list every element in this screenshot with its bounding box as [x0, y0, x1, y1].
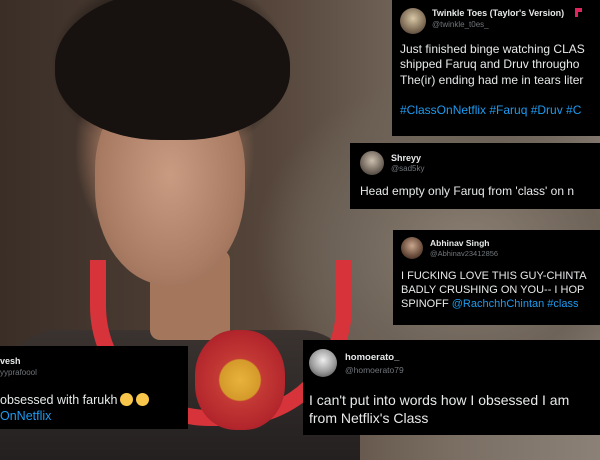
tweet-text-line: BADLY CRUSHING ON YOU-- I HOP: [401, 284, 585, 297]
tweet-text-line: I FUCKING LOVE THIS GUY-CHINTA: [401, 270, 587, 282]
tweet-text: Head empty only Faruq from 'class' on n: [360, 184, 575, 198]
avatar[interactable]: [401, 237, 423, 259]
user-handle[interactable]: @twinkle_t0es_: [432, 20, 489, 29]
display-name[interactable]: Abhinav Singh: [430, 238, 490, 248]
tweet-text: I FUCKING LOVE THIS GUY-CHINTA BADLY CRU…: [401, 269, 587, 311]
display-name[interactable]: Shreyy: [391, 153, 421, 163]
tweet-text-line: SPINOFF: [401, 298, 452, 311]
hair: [55, 0, 290, 140]
avatar[interactable]: [360, 151, 384, 175]
tweet-text: obsessed with farukh OnNetflix: [0, 392, 150, 424]
tired-face-emoji-icon: [120, 393, 134, 406]
tweet-text-line: obsessed with farukh: [0, 393, 118, 407]
display-name[interactable]: Twinkle Toes (Taylor's Version): [432, 8, 564, 18]
user-handle[interactable]: @sad5ky: [391, 164, 424, 173]
user-handle[interactable]: @homoerato79: [345, 365, 404, 375]
tweet-card-vesh[interactable]: vesh yyprafoool obsessed with farukh OnN…: [0, 346, 188, 429]
tweet-text: Just finished binge watching CLAS shippe…: [400, 42, 585, 87]
avatar[interactable]: [309, 349, 337, 377]
tweet-card-abhinav[interactable]: Abhinav Singh @Abhinav23412856 I FUCKING…: [393, 230, 600, 325]
tweet-hashtags[interactable]: #ClassOnNetflix #Faruq #Druv #C: [400, 103, 581, 117]
tweet-card-homoerato[interactable]: homoerato_ @homoerato79 I can't put into…: [303, 340, 600, 435]
user-handle[interactable]: @Abhinav23412856: [430, 249, 498, 258]
display-name[interactable]: vesh: [0, 356, 21, 366]
tweet-card-shreyy[interactable]: Shreyy @sad5ky Head empty only Faruq fro…: [350, 143, 600, 209]
tweet-hashtag[interactable]: OnNetflix: [0, 409, 51, 423]
tweet-card-twinkle[interactable]: Twinkle Toes (Taylor's Version) @twinkle…: [392, 0, 600, 136]
tweet-mention-links[interactable]: @RachchhChintan #class: [452, 298, 579, 310]
red-flag-icon: [575, 8, 582, 17]
tweet-text: I can't put into words how I obsessed I …: [309, 392, 570, 426]
user-handle[interactable]: yyprafoool: [0, 368, 37, 377]
display-name[interactable]: homoerato_: [345, 352, 399, 363]
headphone-cup: [195, 330, 285, 430]
avatar[interactable]: [400, 8, 426, 34]
rolling-eyes-emoji-icon: [136, 393, 150, 406]
